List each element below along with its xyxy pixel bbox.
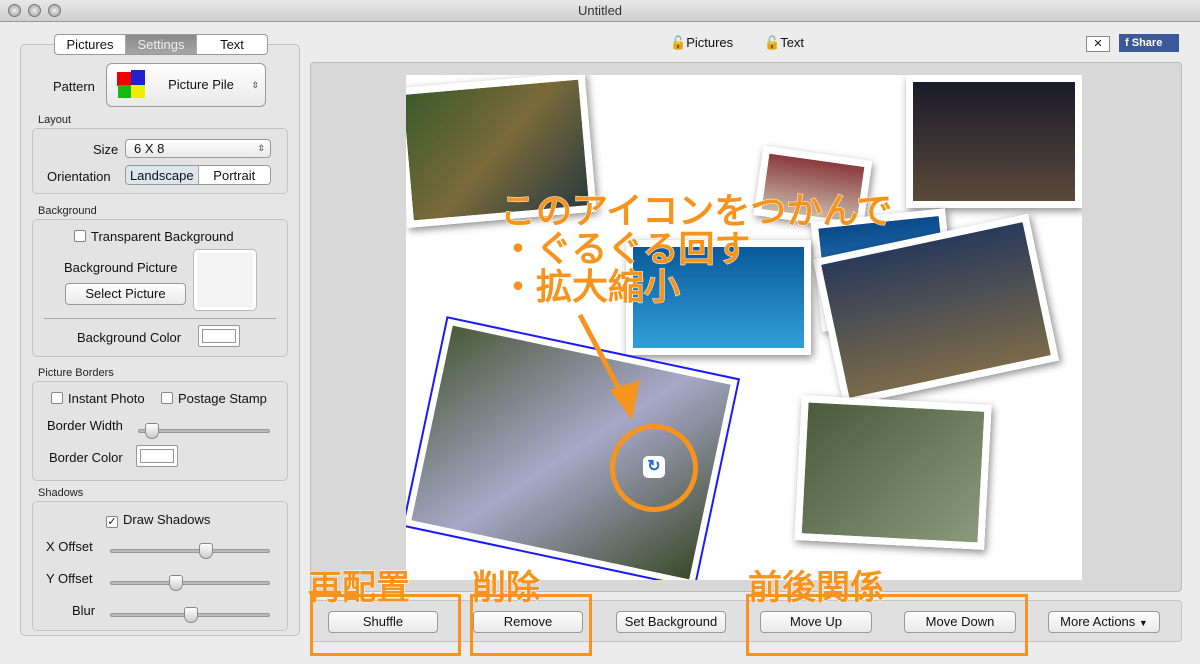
divider — [44, 318, 276, 319]
size-label: Size — [93, 142, 119, 157]
dropdown-arrow-icon: ▼ — [1138, 618, 1148, 628]
annotation-box — [310, 594, 461, 656]
y-offset-label: Y Offset — [46, 571, 93, 586]
layout-title: Layout — [38, 114, 72, 126]
unlock-icon: 🔓 — [670, 35, 687, 50]
border-color-label: Border Color — [49, 450, 123, 465]
borders-title: Picture Borders — [38, 367, 114, 379]
background-color-well[interactable] — [198, 325, 240, 347]
slider-knob[interactable] — [184, 607, 198, 623]
photo[interactable] — [794, 395, 992, 550]
annotation-arrow-icon — [577, 313, 640, 420]
more-actions-button[interactable]: More Actions ▼ — [1048, 611, 1160, 633]
close-button[interactable] — [8, 4, 21, 17]
minimize-button[interactable] — [28, 4, 41, 17]
checkmark-icon: ✓ — [106, 516, 118, 528]
instant-photo-checkbox[interactable]: Instant Photo — [51, 391, 145, 406]
transparent-background-checkbox[interactable]: Transparent Background — [74, 229, 234, 244]
lock-pictures-button[interactable]: 🔓Pictures — [670, 35, 733, 51]
pictures-label: Pictures — [686, 35, 734, 50]
x-offset-label: X Offset — [46, 539, 93, 554]
sidebar-tabs: Pictures Settings Text — [54, 34, 268, 55]
slider-knob[interactable] — [145, 423, 159, 439]
x-offset-slider[interactable] — [110, 543, 270, 559]
annotation-line: このアイコンをつかんで — [499, 190, 893, 231]
orientation-portrait[interactable]: Portrait — [199, 166, 271, 184]
collage-canvas[interactable]: ↻ — [406, 75, 1082, 580]
background-color-label: Background Color — [77, 330, 182, 345]
size-value: 6 X 8 — [134, 141, 165, 156]
email-icon[interactable]: ✕ — [1086, 36, 1110, 52]
postage-stamp-checkbox[interactable]: Postage Stamp — [161, 391, 267, 406]
share-label: Share — [1131, 37, 1163, 49]
photo[interactable] — [906, 75, 1082, 208]
facebook-icon: f — [1125, 37, 1132, 49]
text-label: Text — [780, 35, 805, 50]
stepper-icon: ⇳ — [257, 143, 265, 153]
checkbox-icon — [74, 230, 86, 242]
pattern-value: Picture Pile — [168, 77, 234, 92]
checkbox-icon — [51, 392, 63, 404]
annotation-box — [746, 594, 1028, 656]
pattern-select[interactable]: Picture Pile ⇳ — [106, 63, 266, 107]
more-actions-label: More Actions — [1060, 614, 1136, 629]
blur-label: Blur — [72, 603, 96, 618]
annotation-line: ・ぐるぐる回す — [499, 228, 751, 269]
annotation-circle — [610, 424, 698, 512]
draw-shadows-label: Draw Shadows — [123, 512, 211, 527]
background-picture-well[interactable] — [194, 250, 256, 310]
background-picture-label: Background Picture — [64, 260, 178, 275]
annotation-callout: このアイコンをつかんで ・ぐるぐる回す ・拡大縮小 — [499, 190, 893, 307]
annotation-line: ・拡大縮小 — [499, 266, 681, 307]
instant-photo-label: Instant Photo — [68, 391, 145, 406]
tab-pictures[interactable]: Pictures — [55, 35, 126, 54]
tab-settings[interactable]: Settings — [126, 35, 197, 54]
orientation-landscape[interactable]: Landscape — [126, 166, 199, 184]
stepper-icon: ⇳ — [251, 80, 259, 90]
slider-knob[interactable] — [169, 575, 183, 591]
border-color-well[interactable] — [136, 445, 178, 467]
size-select[interactable]: 6 X 8 ⇳ — [125, 139, 271, 158]
transparent-label: Transparent Background — [91, 229, 234, 244]
unlock-icon: 🔓 — [764, 35, 781, 50]
blur-slider[interactable] — [110, 607, 270, 623]
set-background-button[interactable]: Set Background — [616, 611, 726, 633]
background-title: Background — [38, 205, 97, 217]
draw-shadows-checkbox[interactable]: ✓ Draw Shadows — [106, 512, 210, 528]
border-width-label: Border Width — [47, 418, 123, 433]
tab-text[interactable]: Text — [197, 35, 267, 54]
slider-knob[interactable] — [199, 543, 213, 559]
lock-text-button[interactable]: 🔓Text — [764, 35, 804, 51]
title-bar: Untitled — [0, 0, 1200, 22]
border-width-slider[interactable] — [138, 423, 270, 439]
orientation-label: Orientation — [47, 169, 111, 184]
orientation-segmented: Landscape Portrait — [125, 165, 271, 185]
select-picture-button[interactable]: Select Picture — [65, 283, 186, 305]
checkbox-icon — [161, 392, 173, 404]
picture-pile-icon — [117, 70, 147, 100]
y-offset-slider[interactable] — [110, 575, 270, 591]
annotation-box — [470, 594, 592, 656]
pattern-label: Pattern — [53, 79, 95, 94]
facebook-share-button[interactable]: f Share — [1119, 34, 1179, 52]
postage-stamp-label: Postage Stamp — [178, 391, 267, 406]
shadows-title: Shadows — [38, 487, 84, 499]
window-title: Untitled — [577, 3, 623, 18]
zoom-button[interactable] — [48, 4, 61, 17]
